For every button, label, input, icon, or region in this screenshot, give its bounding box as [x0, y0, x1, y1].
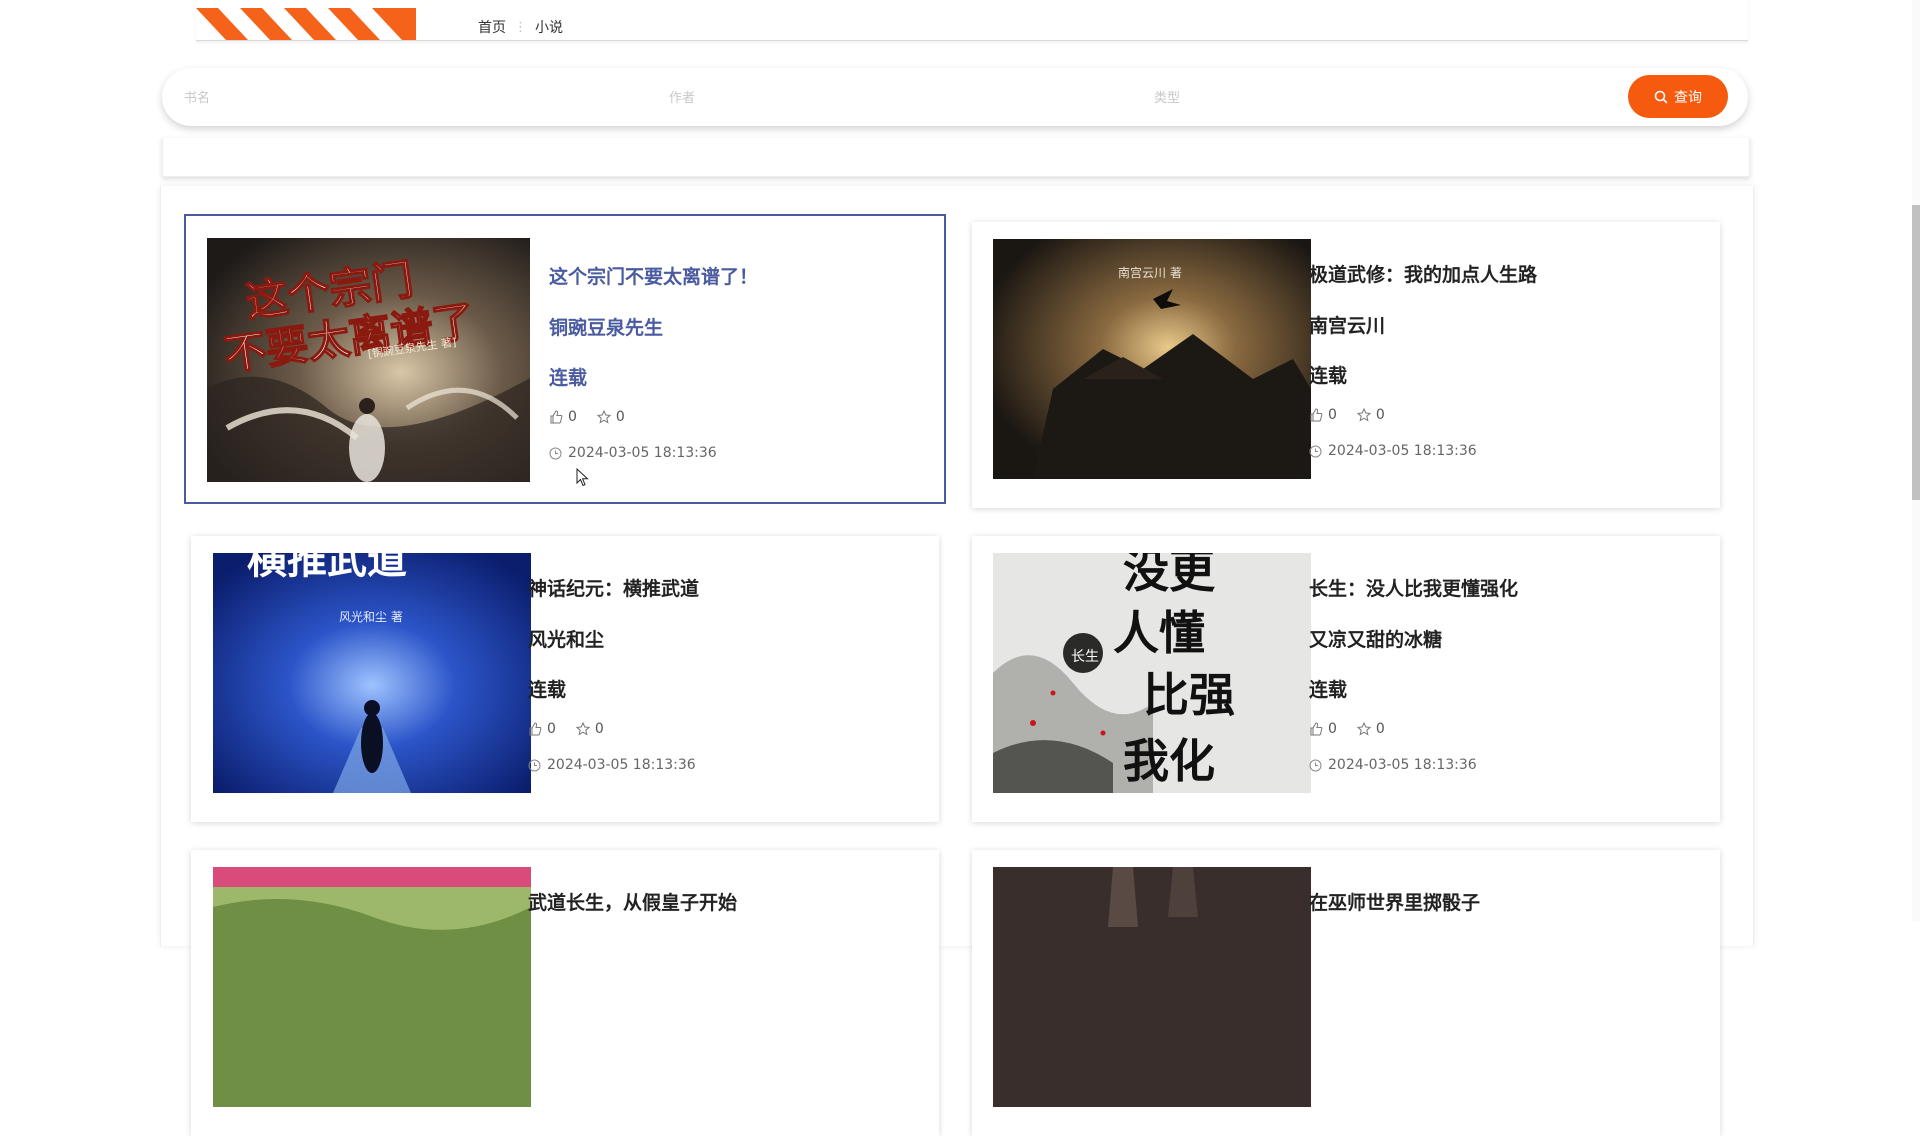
book-card[interactable]: 在巫师世界里掷骰子: [972, 850, 1720, 1136]
book-card[interactable]: 长生 没更 人懂 比强 我化 长生：没人比我更懂强化 又凉又甜的冰糖 连载 0: [972, 536, 1720, 822]
book-cover-image[interactable]: [213, 867, 531, 1107]
author-input[interactable]: [667, 68, 1111, 128]
like-stat[interactable]: 0: [528, 721, 556, 737]
thumbs-up-icon: [1310, 722, 1323, 736]
type-input[interactable]: [1152, 68, 1596, 128]
book-date-value: 2024-03-05 18:13:36: [1328, 443, 1477, 459]
svg-text:人懂: 人懂: [1113, 606, 1205, 660]
book-cover-image[interactable]: 南宫云川 著: [993, 239, 1311, 479]
svg-text:横推武道: 横推武道: [247, 553, 407, 583]
book-stats: 0 0: [549, 409, 645, 425]
book-stats: 0 0: [528, 721, 624, 737]
mouse-cursor-icon: [576, 468, 589, 487]
top-navbar: 首页 ⋮ 小说: [196, 0, 1748, 41]
book-author: 铜豌豆泉先生: [549, 317, 664, 339]
like-stat[interactable]: 0: [1309, 407, 1337, 423]
clock-icon: [1309, 759, 1322, 771]
book-stats: 0 0: [1309, 407, 1405, 423]
favorite-count: 0: [615, 409, 625, 425]
book-author: 又凉又甜的冰糖: [1309, 629, 1443, 651]
thumbs-up-icon: [1310, 408, 1323, 422]
book-stats: 0 0: [1309, 721, 1405, 737]
like-count: 0: [1328, 407, 1337, 423]
favorite-count: 0: [1375, 407, 1385, 423]
star-icon: [596, 410, 611, 424]
favorite-count: 0: [1375, 721, 1385, 737]
book-cover-image[interactable]: [993, 867, 1311, 1107]
star-icon: [1356, 408, 1371, 422]
clock-icon: [1309, 445, 1322, 457]
book-title[interactable]: 武道长生，从假皇子开始: [528, 888, 737, 915]
book-date-value: 2024-03-05 18:13:36: [547, 757, 696, 773]
like-stat[interactable]: 0: [1309, 721, 1337, 737]
page-scrollbar[interactable]: [1912, 0, 1920, 921]
search-bar: 查询: [162, 68, 1748, 128]
book-name-input[interactable]: [182, 68, 626, 128]
book-card[interactable]: 武道长生，从假皇子开始: [191, 850, 939, 1136]
book-author: 风光和尘: [528, 629, 605, 651]
filter-strip: [162, 138, 1750, 177]
book-title[interactable]: 长生：没人比我更懂强化: [1309, 574, 1518, 601]
book-card[interactable]: 这个宗门 不要太离谱了 [铜豌豆泉先生 著] 这个宗门不要太离谱了！ 铜豌豆泉先…: [184, 214, 946, 504]
search-icon: [1654, 90, 1668, 103]
book-status: 连载: [1309, 365, 1348, 387]
book-title[interactable]: 极道武修：我的加点人生路: [1309, 260, 1537, 287]
svg-text:风光和尘 著: 风光和尘 著: [339, 610, 403, 624]
book-date-value: 2024-03-05 18:13:36: [568, 445, 717, 461]
book-cover-image[interactable]: 长生 没更 人懂 比强 我化: [993, 553, 1311, 793]
favorite-stat[interactable]: 0: [1356, 407, 1385, 423]
book-date: 2024-03-05 18:13:36: [1309, 443, 1477, 459]
book-title[interactable]: 这个宗门不要太离谱了！: [549, 262, 758, 289]
breadcrumb-separator: ⋮: [514, 19, 527, 35]
like-count: 0: [568, 409, 577, 425]
favorite-stat[interactable]: 0: [575, 721, 604, 737]
book-status: 连载: [528, 679, 567, 701]
breadcrumb-home[interactable]: 首页: [478, 17, 506, 37]
breadcrumb: 首页 ⋮ 小说: [478, 17, 563, 37]
svg-text:比强: 比强: [1143, 668, 1235, 722]
clock-icon: [528, 759, 541, 771]
breadcrumb-current: 小说: [535, 20, 563, 36]
search-button-label: 查询: [1674, 89, 1702, 106]
book-card[interactable]: 南宫云川 著 极道武修：我的加点人生路 南宫云川 连载 0 0 2024-03-…: [972, 222, 1720, 508]
book-list: 这个宗门 不要太离谱了 [铜豌豆泉先生 著] 这个宗门不要太离谱了！ 铜豌豆泉先…: [160, 186, 1754, 1136]
like-count: 0: [1328, 721, 1337, 737]
book-title[interactable]: 神话纪元：横推武道: [528, 574, 699, 601]
svg-text:我化: 我化: [1123, 734, 1215, 788]
book-date: 2024-03-05 18:13:36: [1309, 757, 1477, 773]
like-count: 0: [547, 721, 556, 737]
cover-credit: 南宫云川 著: [1118, 265, 1182, 280]
book-card[interactable]: 横推武道 风光和尘 著 神话纪元：横推武道 风光和尘 连载 0 0 2024-0…: [191, 536, 939, 822]
book-date: 2024-03-05 18:13:36: [549, 445, 717, 461]
thumbs-up-icon: [529, 722, 542, 736]
star-icon: [575, 722, 590, 736]
svg-text:没更: 没更: [1123, 553, 1216, 598]
clock-icon: [549, 447, 562, 459]
thumbs-up-icon: [550, 410, 563, 424]
favorite-stat[interactable]: 0: [596, 409, 625, 425]
search-button[interactable]: 查询: [1628, 75, 1728, 118]
book-status: 连载: [1309, 679, 1348, 701]
book-date: 2024-03-05 18:13:36: [528, 757, 696, 773]
star-icon: [1356, 722, 1371, 736]
scrollbar-thumb[interactable]: [1912, 205, 1920, 500]
book-author: 南宫云川: [1309, 315, 1386, 337]
like-stat[interactable]: 0: [549, 409, 577, 425]
book-date-value: 2024-03-05 18:13:36: [1328, 757, 1477, 773]
book-cover-image[interactable]: 这个宗门 不要太离谱了 [铜豌豆泉先生 著]: [207, 238, 530, 482]
striped-logo-icon: [196, 8, 416, 40]
book-title[interactable]: 在巫师世界里掷骰子: [1309, 888, 1480, 915]
favorite-count: 0: [594, 721, 604, 737]
favorite-stat[interactable]: 0: [1356, 721, 1385, 737]
book-cover-image[interactable]: 横推武道 风光和尘 著: [213, 553, 531, 793]
svg-text:长生: 长生: [1071, 649, 1099, 665]
book-status: 连载: [549, 367, 588, 389]
